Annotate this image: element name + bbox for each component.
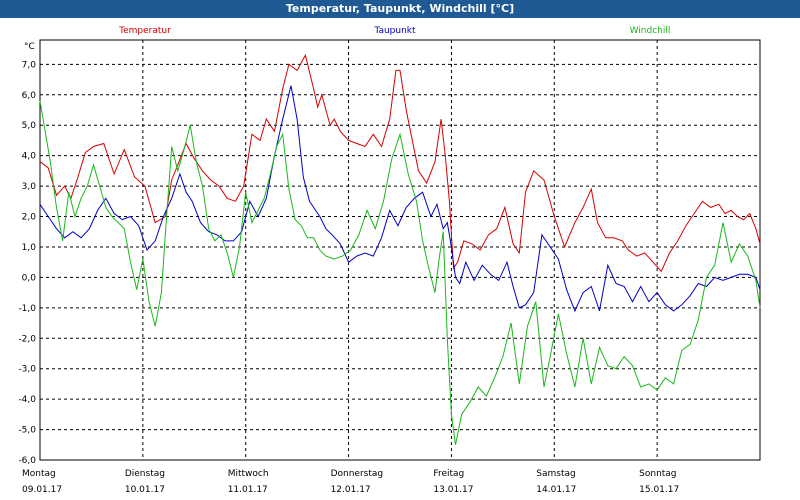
y-tick-label: 5,0	[22, 121, 37, 131]
legend-windchill: Windchill	[630, 26, 671, 36]
x-tick-date-label: 15.01.17	[639, 485, 679, 495]
x-tick-day-label: Samstag	[536, 469, 575, 479]
y-tick-label: 6,0	[22, 91, 37, 101]
y-tick-label: 7,0	[22, 60, 37, 70]
chart-window: Temperatur, Taupunkt, Windchill [°C] 7,0…	[0, 0, 800, 500]
y-tick-label: -4,0	[18, 395, 36, 405]
x-tick-date-label: 11.01.17	[228, 485, 268, 495]
x-tick-day-label: Sonntag	[639, 469, 676, 479]
line-chart: 7,0 6,0 5,0 4,0 3,0 2,0 1,0 0,0 -1,0 -2,0 -3,0 -4,0…	[18, 26, 761, 495]
y-tick-label: 0,0	[22, 273, 37, 283]
legend-taupunkt: Taupunkt	[373, 26, 416, 36]
x-tick-date-label: 09.01.17	[22, 485, 62, 495]
y-tick-label: 4,0	[22, 152, 37, 162]
y-tick-label: 1,0	[22, 243, 37, 253]
x-tick-day-label: Mittwoch	[228, 469, 269, 479]
x-tick-date-label: 10.01.17	[125, 485, 165, 495]
x-tick-date-label: 13.01.17	[433, 485, 473, 495]
y-tick-label: -6,0	[18, 456, 36, 466]
x-tick-day-label: Montag	[22, 469, 56, 479]
legend-temperatur: Temperatur	[118, 26, 171, 36]
x-tick-day-label: Donnerstag	[331, 469, 384, 479]
y-tick-label: 2,0	[22, 213, 37, 223]
x-tick-date-label: 14.01.17	[536, 485, 576, 495]
x-tick-date-label: 12.01.17	[331, 485, 371, 495]
y-axis-unit: °C	[24, 42, 35, 52]
y-tick-label: 3,0	[22, 182, 37, 192]
y-tick-label: -3,0	[18, 365, 36, 375]
plot-frame	[39, 39, 761, 461]
x-tick-day-label: Dienstag	[125, 469, 165, 479]
y-tick-label: -2,0	[18, 334, 36, 344]
y-tick-label: -1,0	[18, 304, 36, 314]
y-tick-label: -5,0	[18, 426, 36, 436]
x-tick-day-label: Freitag	[433, 469, 464, 479]
